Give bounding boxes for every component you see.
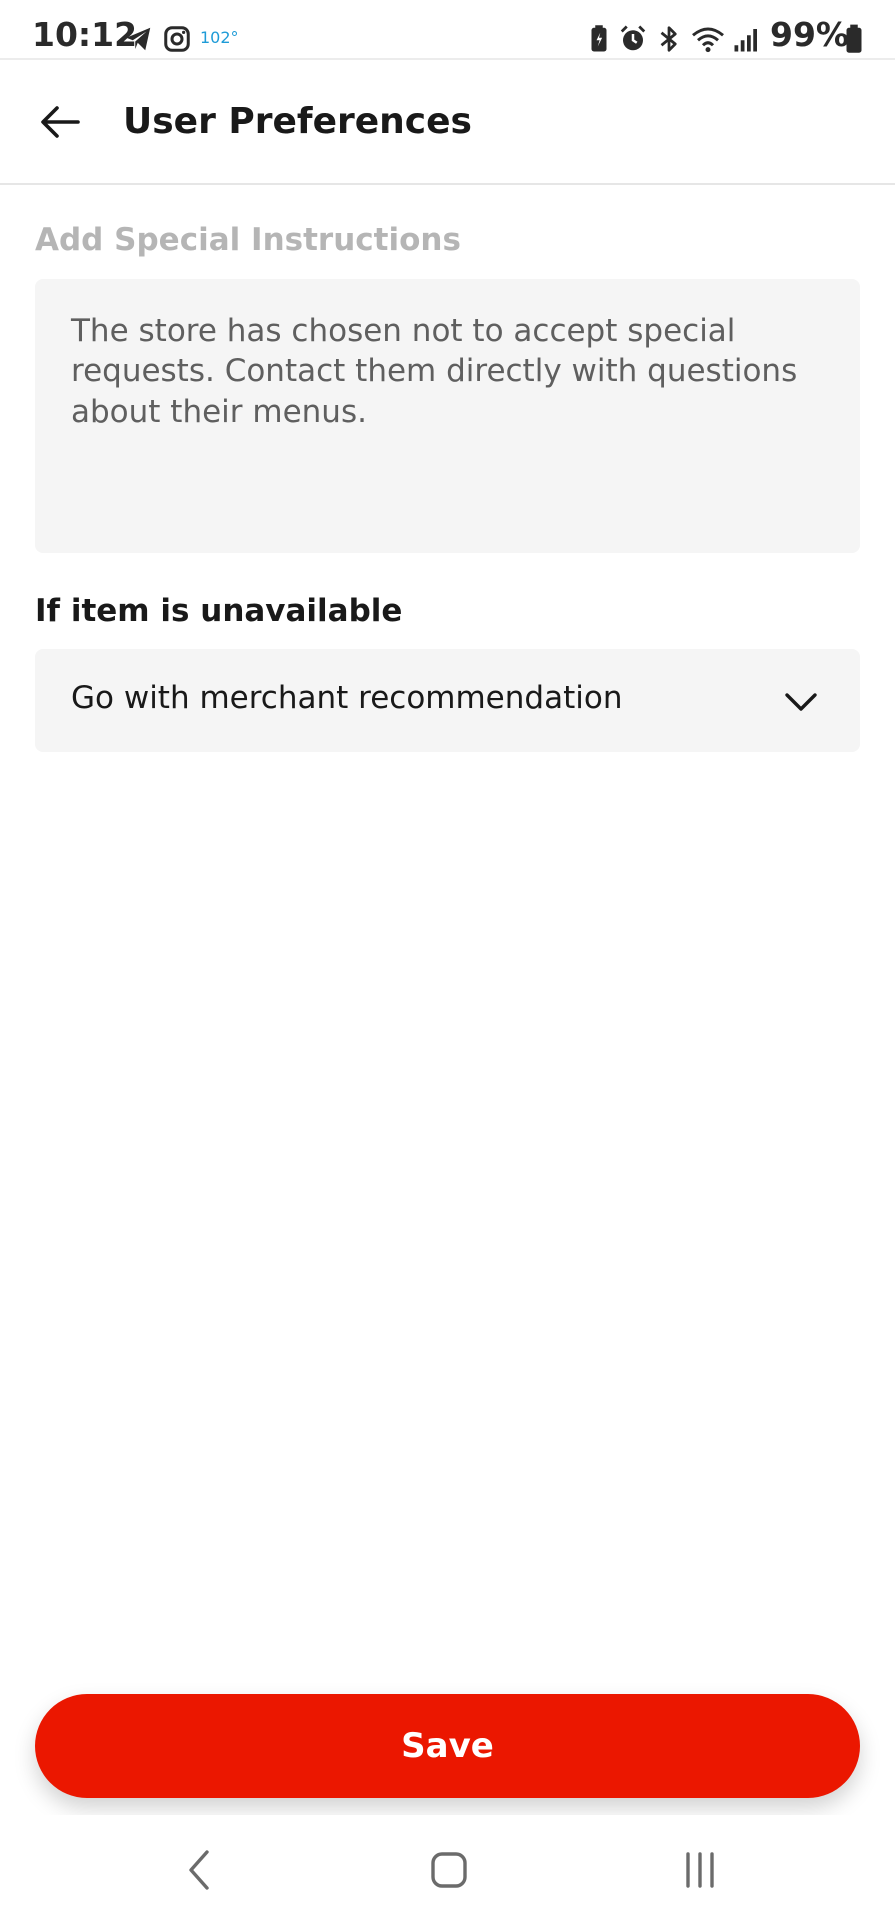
page-title: User Preferences bbox=[123, 101, 472, 142]
battery-percent: 99% bbox=[770, 15, 849, 54]
chevron-down-icon bbox=[785, 693, 817, 711]
nav-back-button[interactable] bbox=[170, 1845, 230, 1895]
unavailable-selected-value: Go with merchant recommendation bbox=[71, 680, 623, 716]
special-instructions-label: Add Special Instructions bbox=[35, 222, 461, 258]
arrow-left-icon bbox=[41, 106, 80, 138]
special-instructions-message: The store has chosen not to accept speci… bbox=[71, 313, 798, 430]
nav-recents-icon bbox=[686, 1852, 714, 1888]
signal-icon bbox=[734, 29, 757, 52]
instagram-icon bbox=[164, 26, 190, 52]
bluetooth-icon bbox=[660, 26, 677, 52]
nav-back-icon bbox=[189, 1850, 209, 1890]
back-button[interactable] bbox=[30, 96, 90, 148]
nav-home-button[interactable] bbox=[419, 1845, 479, 1895]
status-temperature: 102° bbox=[200, 28, 239, 47]
save-button[interactable]: Save bbox=[35, 1694, 860, 1798]
alarm-icon bbox=[620, 25, 646, 51]
system-nav-bar bbox=[0, 1815, 895, 1920]
battery-saver-icon bbox=[591, 25, 607, 52]
status-time: 10:12 bbox=[32, 15, 138, 54]
status-bar: 10:12 102° 99% bbox=[0, 0, 895, 60]
unavailable-label: If item is unavailable bbox=[35, 593, 403, 629]
telegram-icon bbox=[126, 27, 151, 51]
app-bar: User Preferences bbox=[0, 60, 895, 185]
battery-icon bbox=[846, 24, 862, 53]
special-instructions-field: The store has chosen not to accept speci… bbox=[35, 279, 860, 553]
save-button-label: Save bbox=[401, 1726, 494, 1766]
nav-recents-button[interactable] bbox=[670, 1845, 730, 1895]
wifi-icon bbox=[692, 27, 724, 53]
unavailable-select[interactable]: Go with merchant recommendation bbox=[35, 649, 860, 752]
nav-home-icon bbox=[431, 1852, 467, 1888]
